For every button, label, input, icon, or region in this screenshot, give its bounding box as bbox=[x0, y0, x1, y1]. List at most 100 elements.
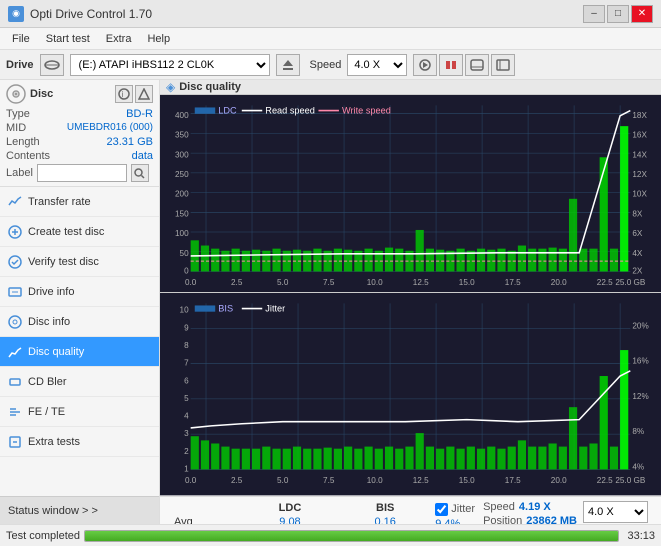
svg-text:2: 2 bbox=[184, 447, 189, 456]
drive-info-icon bbox=[8, 285, 22, 299]
disc-info-icon bbox=[8, 315, 22, 329]
contents-label: Contents bbox=[6, 150, 50, 162]
content-area: ◈ Disc quality bbox=[160, 80, 661, 524]
nav-extra-tests[interactable]: Extra tests bbox=[0, 427, 159, 457]
nav-extra-tests-label: Extra tests bbox=[28, 436, 80, 448]
svg-text:8X: 8X bbox=[632, 209, 642, 218]
nav-drive-info-label: Drive info bbox=[28, 286, 74, 298]
disc-btn-2[interactable] bbox=[135, 85, 153, 103]
svg-text:2X: 2X bbox=[632, 267, 642, 276]
nav-verify-test-disc-label: Verify test disc bbox=[28, 256, 99, 268]
stats-avg-row: Avg 9.08 0.16 bbox=[166, 515, 427, 524]
type-value: BD-R bbox=[126, 108, 153, 120]
label-input[interactable] bbox=[37, 164, 127, 182]
nav-drive-info[interactable]: Drive info bbox=[0, 277, 159, 307]
svg-text:6X: 6X bbox=[632, 229, 642, 238]
position-key: Position bbox=[483, 515, 522, 524]
svg-text:150: 150 bbox=[175, 209, 189, 218]
speed-icon-1[interactable] bbox=[413, 54, 437, 76]
menu-start-test[interactable]: Start test bbox=[38, 31, 98, 47]
svg-text:10: 10 bbox=[180, 306, 190, 315]
bottom-stats: LDC BIS Avg 9.08 0.16 bbox=[160, 496, 661, 524]
maximize-button[interactable]: □ bbox=[607, 5, 629, 23]
svg-text:50: 50 bbox=[180, 249, 190, 258]
extra-tests-icon bbox=[8, 435, 22, 449]
jitter-section: Jitter 9.4% 10.2% bbox=[427, 501, 475, 524]
svg-text:18X: 18X bbox=[632, 111, 647, 120]
chart1-wrapper: 0 50 100 150 200 250 300 350 400 18X 16X… bbox=[160, 95, 661, 293]
svg-text:7: 7 bbox=[184, 359, 189, 368]
svg-text:20%: 20% bbox=[632, 321, 649, 330]
svg-text:10.0: 10.0 bbox=[367, 476, 383, 485]
svg-text:5.0: 5.0 bbox=[277, 278, 289, 287]
action-speed-select[interactable]: 4.0 X bbox=[583, 501, 648, 523]
svg-text:14X: 14X bbox=[632, 150, 647, 159]
disc-icon bbox=[6, 84, 26, 104]
speed-select[interactable]: 4.0 X bbox=[347, 54, 407, 76]
svg-text:LDC: LDC bbox=[218, 106, 237, 116]
svg-text:12.5: 12.5 bbox=[413, 278, 429, 287]
nav-fe-te[interactable]: FE / TE bbox=[0, 397, 159, 427]
nav-disc-quality[interactable]: Disc quality bbox=[0, 337, 159, 367]
menu-help[interactable]: Help bbox=[139, 31, 178, 47]
svg-text:15.0: 15.0 bbox=[459, 278, 475, 287]
status-text: Test completed bbox=[6, 530, 80, 542]
svg-text:0.0: 0.0 bbox=[185, 476, 197, 485]
svg-text:300: 300 bbox=[175, 150, 189, 159]
svg-text:4: 4 bbox=[184, 412, 189, 421]
panel-header: ◈ Disc quality bbox=[160, 80, 661, 95]
eject-button[interactable] bbox=[276, 54, 300, 76]
svg-text:16X: 16X bbox=[632, 131, 647, 140]
close-button[interactable]: ✕ bbox=[631, 5, 653, 23]
menu-file[interactable]: File bbox=[4, 31, 38, 47]
speed-icon-4[interactable] bbox=[491, 54, 515, 76]
create-test-disc-icon bbox=[8, 225, 22, 239]
svg-text:Jitter: Jitter bbox=[265, 304, 285, 314]
chart2-svg: 1 2 3 4 5 6 7 8 9 10 20% 16% 12% bbox=[160, 293, 661, 495]
main-layout: Disc i Type BD-R MID UMEBDR016 (000) bbox=[0, 80, 661, 524]
nav-transfer-rate[interactable]: Transfer rate bbox=[0, 187, 159, 217]
nav-fe-te-label: FE / TE bbox=[28, 406, 65, 418]
speed-icon-3[interactable] bbox=[465, 54, 489, 76]
status-window-label: Status window > > bbox=[8, 505, 98, 517]
svg-text:22.5: 22.5 bbox=[597, 278, 613, 287]
nav-create-test-disc-label: Create test disc bbox=[28, 226, 104, 238]
svg-text:6: 6 bbox=[184, 376, 189, 385]
window-controls: – □ ✕ bbox=[583, 5, 653, 23]
jitter-checkbox[interactable] bbox=[435, 503, 448, 516]
svg-text:2.5: 2.5 bbox=[231, 476, 243, 485]
sidebar: Disc i Type BD-R MID UMEBDR016 (000) bbox=[0, 80, 160, 524]
disc-section: Disc i Type BD-R MID UMEBDR016 (000) bbox=[0, 80, 159, 187]
disc-btn-1[interactable]: i bbox=[115, 85, 133, 103]
avg-label: Avg bbox=[166, 515, 237, 524]
svg-text:400: 400 bbox=[175, 111, 189, 120]
label-label: Label bbox=[6, 167, 33, 179]
label-search-btn[interactable] bbox=[131, 164, 149, 182]
menu-extra[interactable]: Extra bbox=[98, 31, 140, 47]
svg-text:9: 9 bbox=[184, 324, 189, 333]
nav-create-test-disc[interactable]: Create test disc bbox=[0, 217, 159, 247]
speed-icon-2[interactable] bbox=[439, 54, 463, 76]
svg-text:12%: 12% bbox=[632, 392, 649, 401]
avg-ldc: 9.08 bbox=[237, 515, 343, 524]
disc-title: Disc bbox=[30, 88, 53, 100]
svg-text:12.5: 12.5 bbox=[413, 476, 429, 485]
drive-select[interactable]: (E:) ATAPI iHBS112 2 CL0K bbox=[70, 54, 270, 76]
svg-text:100: 100 bbox=[175, 229, 189, 238]
nav-disc-info-label: Disc info bbox=[28, 316, 70, 328]
speed-info: Speed 4.19 X Position 23862 MB Samples 3… bbox=[483, 501, 577, 524]
nav-cd-bler[interactable]: CD Bler bbox=[0, 367, 159, 397]
stats-table: LDC BIS Avg 9.08 0.16 bbox=[166, 501, 427, 524]
action-buttons: 4.0 X Start full Start part bbox=[583, 501, 655, 524]
minimize-button[interactable]: – bbox=[583, 5, 605, 23]
menu-bar: File Start test Extra Help bbox=[0, 28, 661, 50]
svg-text:8: 8 bbox=[184, 341, 189, 350]
svg-text:17.5: 17.5 bbox=[505, 278, 521, 287]
status-window-button[interactable]: Status window > > bbox=[0, 496, 159, 524]
nav-verify-test-disc[interactable]: Verify test disc bbox=[0, 247, 159, 277]
disc-quality-icon bbox=[8, 345, 22, 359]
title-bar: ◉ Opti Drive Control 1.70 – □ ✕ bbox=[0, 0, 661, 28]
nav-disc-info[interactable]: Disc info bbox=[0, 307, 159, 337]
svg-text:5.0: 5.0 bbox=[277, 476, 289, 485]
drive-icon[interactable] bbox=[40, 54, 64, 76]
